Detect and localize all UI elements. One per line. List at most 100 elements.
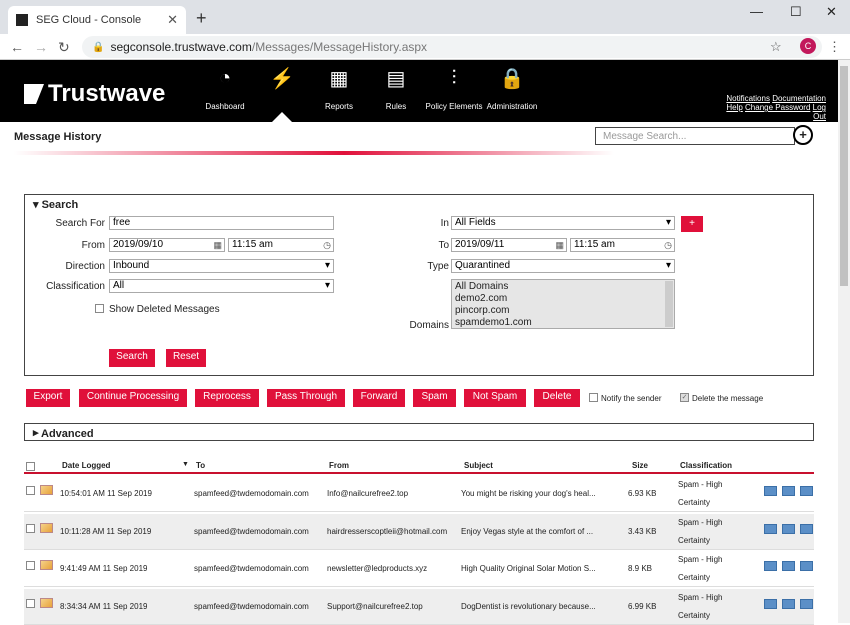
view-message-icon[interactable] bbox=[782, 523, 795, 534]
cell-from: newsletter@ledproducts.xyz bbox=[327, 564, 428, 573]
column-from[interactable]: From bbox=[329, 461, 349, 470]
browser-tab[interactable]: SEG Cloud - Console ✕ bbox=[8, 6, 186, 34]
release-icon[interactable] bbox=[764, 598, 777, 609]
column-date-logged[interactable]: Date Logged bbox=[62, 461, 110, 470]
reset-button[interactable]: Reset bbox=[166, 349, 206, 367]
table-row[interactable]: 9:41:49 AM 11 Sep 2019 spamfeed@twdemodom… bbox=[24, 551, 814, 587]
nav-policy-elements[interactable]: ⫶ Policy Elements bbox=[424, 64, 484, 112]
type-select[interactable]: Quarantined bbox=[451, 259, 675, 273]
view-message-icon[interactable] bbox=[782, 561, 795, 571]
forward-button[interactable]: Forward bbox=[353, 389, 405, 407]
view-message-icon[interactable] bbox=[782, 598, 795, 609]
delete-button[interactable]: Delete bbox=[534, 389, 580, 407]
bookmark-star-icon[interactable]: ☆ bbox=[770, 39, 782, 55]
domains-scrollbar[interactable] bbox=[665, 281, 673, 327]
from-time-input[interactable]: 11:15 am ◷ bbox=[228, 238, 334, 252]
maximize-button[interactable]: ☐ bbox=[790, 4, 802, 20]
tab-close-icon[interactable]: ✕ bbox=[167, 12, 178, 28]
change-password-link[interactable]: Change Password bbox=[745, 103, 810, 112]
in-select[interactable]: All Fields bbox=[451, 216, 675, 230]
back-icon[interactable]: ← bbox=[10, 39, 24, 55]
add-criteria-button[interactable]: + bbox=[681, 216, 703, 232]
calendar-icon[interactable]: ▦ bbox=[213, 239, 222, 251]
clock-icon[interactable]: ◷ bbox=[664, 239, 672, 251]
spam-button[interactable]: Spam bbox=[413, 389, 456, 407]
nav-messages[interactable]: ⚡ bbox=[253, 64, 311, 102]
forward-message-icon[interactable] bbox=[800, 486, 813, 496]
nav-rules[interactable]: ▤ Rules bbox=[367, 64, 425, 112]
column-classification[interactable]: Classification bbox=[680, 461, 732, 470]
release-icon[interactable] bbox=[764, 486, 777, 496]
column-subject[interactable]: Subject bbox=[464, 461, 493, 470]
reload-icon[interactable]: ↻ bbox=[58, 39, 70, 56]
to-time-input[interactable]: 11:15 am ◷ bbox=[570, 238, 675, 252]
trustwave-logo[interactable]: Trustwave bbox=[24, 80, 165, 108]
forward-icon[interactable]: → bbox=[34, 39, 48, 55]
log-out-link-part2[interactable]: Out bbox=[813, 112, 826, 121]
browser-menu-icon[interactable]: ⋮ bbox=[828, 39, 841, 55]
show-deleted-checkbox[interactable] bbox=[95, 304, 104, 313]
domain-option[interactable]: demo2.com bbox=[455, 293, 671, 305]
view-message-icon[interactable] bbox=[782, 486, 795, 496]
from-date-input[interactable]: 2019/09/10 ▦ bbox=[109, 238, 225, 252]
search-for-input[interactable]: free bbox=[109, 216, 334, 230]
documentation-link[interactable]: Documentation bbox=[772, 94, 826, 103]
forward-message-icon[interactable] bbox=[800, 598, 813, 609]
page-scrollbar[interactable] bbox=[838, 60, 850, 623]
sort-desc-icon[interactable]: ▼ bbox=[182, 461, 189, 468]
url-bar[interactable]: 🔒 segconsole.trustwave.com/Messages/Mess… bbox=[82, 36, 822, 58]
direction-select[interactable]: Inbound bbox=[109, 259, 334, 273]
search-button[interactable]: Search bbox=[109, 349, 155, 367]
column-to[interactable]: To bbox=[196, 461, 205, 470]
domain-option[interactable]: All Domains bbox=[455, 281, 671, 293]
cell-size: 6.93 KB bbox=[628, 489, 657, 498]
table-row[interactable]: 10:11:28 AM 11 Sep 2019 spamfeed@twdemodo… bbox=[24, 513, 814, 550]
minimize-button[interactable]: — bbox=[750, 4, 763, 19]
table-row[interactable]: 10:54:01 AM 11 Sep 2019 spamfeed@twdemodo… bbox=[24, 476, 814, 512]
scrollbar-thumb[interactable] bbox=[840, 66, 848, 286]
search-panel: ▾ Search Search For free From 2019/09/10… bbox=[24, 194, 814, 376]
nav-dashboard[interactable]: ◔ Dashboard bbox=[196, 64, 254, 112]
nav-reports[interactable]: ▦ Reports bbox=[310, 64, 368, 112]
table-row[interactable]: 8:34:34 AM 11 Sep 2019 spamfeed@twdemodom… bbox=[24, 588, 814, 625]
release-icon[interactable] bbox=[764, 561, 777, 571]
to-date-input[interactable]: 2019/09/11 ▦ bbox=[451, 238, 567, 252]
message-search-input[interactable]: Message Search... bbox=[595, 127, 795, 145]
not-spam-button[interactable]: Not Spam bbox=[464, 389, 526, 407]
profile-avatar[interactable]: C bbox=[800, 38, 816, 54]
row-checkbox[interactable] bbox=[26, 561, 35, 570]
help-link[interactable]: Help bbox=[726, 103, 742, 112]
cell-subject: High Quality Original Solar Motion S... bbox=[461, 564, 596, 573]
row-checkbox[interactable] bbox=[26, 486, 35, 495]
page-header: Message History Message Search... + bbox=[0, 122, 838, 156]
notifications-link[interactable]: Notifications bbox=[726, 94, 770, 103]
calendar-icon[interactable]: ▦ bbox=[555, 239, 564, 251]
type-label: Type bbox=[427, 261, 449, 272]
reprocess-button[interactable]: Reprocess bbox=[195, 389, 259, 407]
continue-processing-button[interactable]: Continue Processing bbox=[79, 389, 187, 407]
pass-through-button[interactable]: Pass Through bbox=[267, 389, 345, 407]
clock-icon[interactable]: ◷ bbox=[323, 239, 331, 251]
new-tab-button[interactable]: + bbox=[196, 8, 207, 29]
domains-listbox[interactable]: All Domains demo2.com pincorp.com spamde… bbox=[451, 279, 675, 329]
delete-message-checkbox[interactable]: ✓ bbox=[680, 393, 689, 402]
forward-message-icon[interactable] bbox=[800, 523, 813, 534]
log-out-link-part1[interactable]: Log bbox=[813, 103, 826, 112]
release-icon[interactable] bbox=[764, 523, 777, 534]
column-size[interactable]: Size bbox=[632, 461, 648, 470]
forward-message-icon[interactable] bbox=[800, 561, 813, 571]
row-checkbox[interactable] bbox=[26, 598, 35, 608]
nav-administration[interactable]: 🔒 Administration bbox=[483, 64, 541, 112]
export-button[interactable]: Export bbox=[26, 389, 70, 407]
close-window-button[interactable]: ✕ bbox=[826, 4, 837, 20]
notify-sender-checkbox[interactable] bbox=[589, 393, 598, 402]
row-checkbox[interactable] bbox=[26, 523, 35, 533]
cell-to: spamfeed@twdemodomain.com bbox=[194, 601, 309, 611]
domain-option[interactable]: spamdemo1.com bbox=[455, 317, 671, 329]
search-panel-header[interactable]: ▾ Search bbox=[33, 198, 78, 211]
domain-option[interactable]: pincorp.com bbox=[455, 305, 671, 317]
classification-select[interactable]: All bbox=[109, 279, 334, 293]
search-zoom-icon[interactable]: + bbox=[793, 125, 813, 145]
advanced-panel-header[interactable]: ▸ Advanced bbox=[24, 423, 814, 441]
select-all-checkbox[interactable] bbox=[26, 462, 35, 471]
